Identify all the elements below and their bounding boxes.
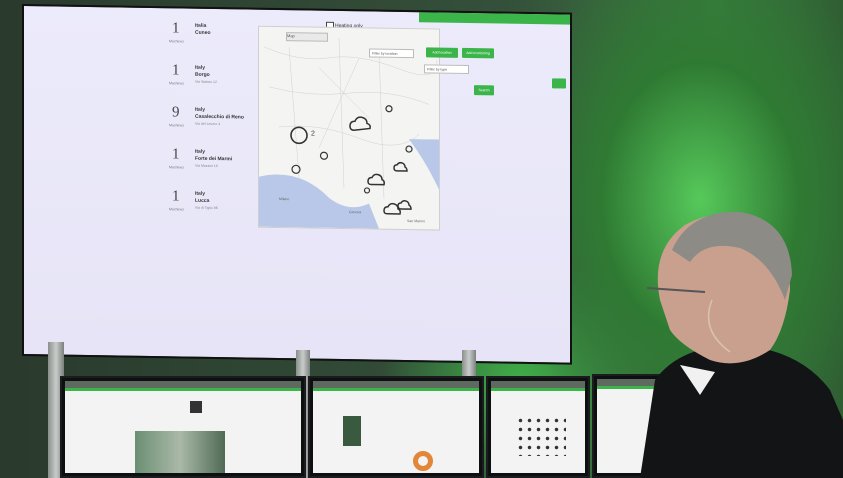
person-silhouette [640, 211, 843, 478]
